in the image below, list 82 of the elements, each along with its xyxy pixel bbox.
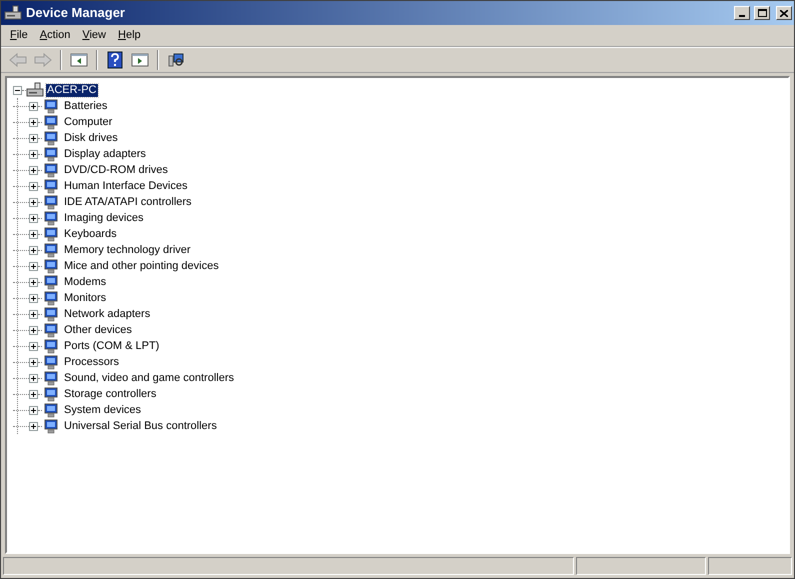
expand-toggle[interactable] [29, 182, 38, 190]
action-pane-icon[interactable] [131, 52, 149, 68]
tree-item[interactable]: Monitors [64, 290, 106, 306]
console-tree-icon[interactable] [70, 52, 88, 68]
tree-item[interactable]: Sound, video and game controllers [64, 370, 234, 386]
tree-item[interactable]: Display adapters [64, 146, 146, 162]
expand-toggle[interactable] [29, 278, 38, 286]
device-icon [43, 338, 59, 354]
computer-icon [4, 5, 22, 21]
menu-item[interactable]: Help [113, 26, 146, 44]
help-icon[interactable] [107, 51, 123, 69]
tree-item[interactable]: Keyboards [64, 226, 117, 242]
device-icon [43, 306, 59, 322]
tree-item[interactable]: Network adapters [64, 306, 150, 322]
expand-toggle[interactable] [29, 422, 38, 430]
expand-toggle[interactable] [29, 214, 38, 222]
expand-toggle[interactable] [29, 294, 38, 302]
menu-item[interactable]: Action [34, 26, 76, 44]
menu-item[interactable]: View [77, 26, 111, 44]
device-icon [43, 386, 59, 402]
expand-toggle[interactable] [29, 358, 38, 366]
device-icon [43, 274, 59, 290]
tree-item[interactable]: Mice and other pointing devices [64, 258, 219, 274]
device-icon [43, 114, 59, 130]
device-icon [43, 354, 59, 370]
expand-toggle[interactable] [29, 230, 38, 238]
expand-toggle[interactable] [29, 166, 38, 174]
expand-toggle[interactable] [29, 390, 38, 398]
device-icon [43, 402, 59, 418]
tree-item[interactable]: Disk drives [64, 130, 118, 146]
window-title: Device Manager [26, 4, 125, 22]
tree-item[interactable]: Modems [64, 274, 106, 290]
device-icon [43, 178, 59, 194]
expand-toggle[interactable] [29, 198, 38, 206]
expand-toggle[interactable] [29, 406, 38, 414]
expand-toggle[interactable] [29, 342, 38, 350]
device-icon [43, 210, 59, 226]
tree-item[interactable]: Computer [64, 114, 112, 130]
close-button[interactable] [776, 6, 792, 20]
tree-item[interactable]: Processors [64, 354, 120, 370]
scan-hardware-icon[interactable] [167, 52, 185, 68]
expand-toggle[interactable] [29, 374, 38, 382]
tree-item[interactable]: Universal Serial Bus controllers [64, 418, 217, 434]
device-icon [43, 370, 59, 386]
expand-toggle[interactable] [29, 310, 38, 318]
device-icon [43, 98, 59, 114]
device-icon [43, 130, 59, 146]
tree-item[interactable]: DVD/CD-ROM drives [64, 162, 168, 178]
tree-item[interactable]: Storage controllers [64, 386, 156, 402]
tree-item[interactable]: Imaging devices [64, 210, 144, 226]
device-icon [43, 162, 59, 178]
device-icon [43, 226, 59, 242]
expand-toggle[interactable] [29, 102, 38, 110]
device-icon [43, 242, 59, 258]
tree-item[interactable]: System devices [64, 402, 142, 418]
expand-toggle[interactable] [29, 134, 38, 142]
device-icon [43, 290, 59, 306]
minimize-icon [739, 15, 745, 17]
menu-item[interactable]: File [5, 26, 33, 44]
tree-item[interactable]: ACER-PC [46, 84, 98, 96]
tree-item[interactable]: Batteries [64, 98, 108, 114]
device-icon [43, 258, 59, 274]
close-icon [780, 10, 788, 16]
expand-toggle[interactable] [29, 246, 38, 254]
tree-item[interactable]: Other devices [64, 322, 132, 338]
device-icon [43, 194, 59, 210]
tree-item[interactable]: Human Interface Devices [64, 178, 188, 194]
device-icon [43, 322, 59, 338]
expand-toggle[interactable] [29, 150, 38, 158]
expand-toggle[interactable] [29, 262, 38, 270]
minimize-button[interactable] [734, 6, 750, 20]
expand-toggle[interactable] [29, 118, 38, 126]
maximize-icon [758, 9, 766, 17]
tree-item[interactable]: Memory technology driver [64, 242, 191, 258]
maximize-button[interactable] [754, 6, 770, 20]
device-icon [43, 418, 59, 434]
tree-item[interactable]: IDE ATA/ATAPI controllers [64, 194, 192, 210]
expand-toggle[interactable] [29, 326, 38, 334]
computer-icon [26, 82, 44, 98]
collapse-toggle[interactable] [13, 86, 22, 94]
tree-item[interactable]: Ports (COM & LPT) [64, 338, 160, 354]
device-icon [43, 146, 59, 162]
